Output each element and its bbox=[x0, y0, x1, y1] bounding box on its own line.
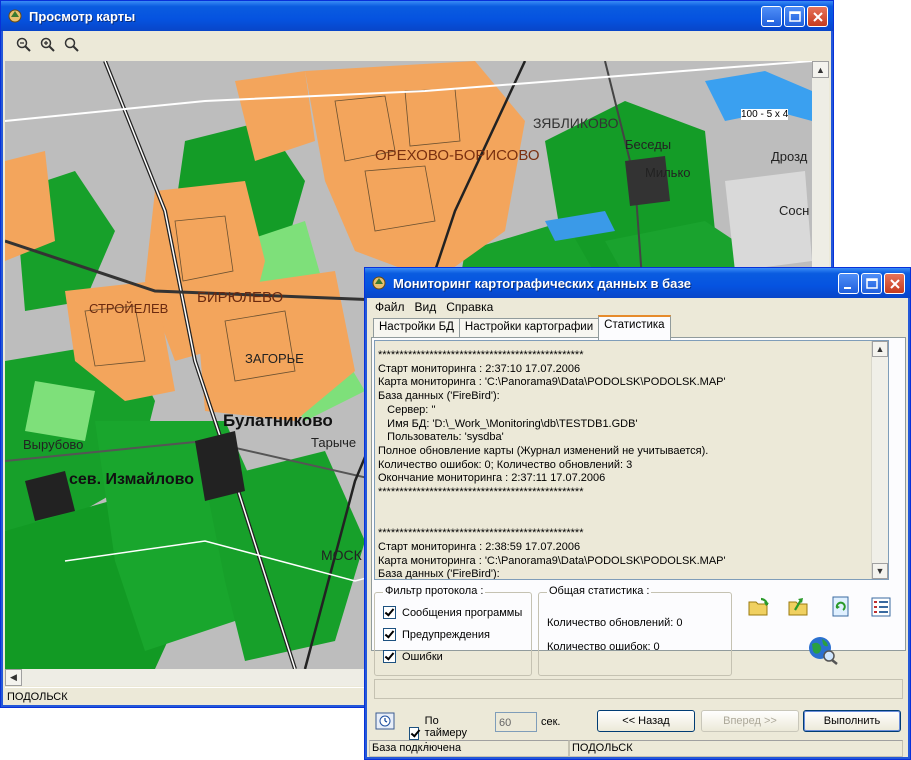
minimize-button[interactable] bbox=[761, 6, 782, 27]
filter-warnings-label: Предупреждения bbox=[402, 628, 490, 641]
close-button[interactable] bbox=[884, 273, 905, 294]
log-scroll-down-button[interactable]: ▼ bbox=[872, 563, 888, 579]
map-scale-label: 100 - 5 x 4 bbox=[741, 109, 789, 120]
map-label-izmaylovo: сев. Измайлово bbox=[69, 471, 195, 488]
log-text: ****************************************… bbox=[378, 349, 726, 580]
zoom-out-button[interactable] bbox=[14, 35, 34, 55]
app-icon bbox=[372, 276, 386, 290]
log-filter-legend: Фильтр протокола : bbox=[383, 585, 486, 597]
log-scrollbar[interactable]: ▲ ▼ bbox=[871, 341, 888, 579]
checkbox-checked-icon bbox=[409, 726, 419, 740]
tab-cartography-settings[interactable]: Настройки картографии bbox=[458, 318, 600, 339]
map-label-zagorye: ЗАГОРЬЕ bbox=[245, 351, 304, 366]
map-window-titlebar[interactable]: Просмотр карты bbox=[1, 1, 833, 31]
checkbox-checked-icon bbox=[383, 606, 396, 619]
maximize-button[interactable] bbox=[784, 6, 805, 27]
map-toolbar bbox=[4, 31, 830, 59]
list-view-button[interactable] bbox=[868, 594, 894, 620]
monitor-window-titlebar[interactable]: Мониторинг картографических данных в баз… bbox=[365, 268, 910, 298]
checkbox-checked-icon bbox=[383, 650, 396, 663]
refresh-document-icon bbox=[832, 596, 849, 617]
map-label-biryulevo: БИРЮЛЕВО bbox=[197, 289, 284, 306]
monitoring-window: Мониторинг картографических данных в баз… bbox=[364, 267, 911, 760]
filter-errors-label: Ошибки bbox=[402, 650, 443, 663]
log-textarea[interactable]: ****************************************… bbox=[374, 340, 889, 580]
timer-unit-label: сек. bbox=[541, 716, 561, 728]
close-button[interactable] bbox=[807, 6, 828, 27]
menu-view[interactable]: Вид bbox=[415, 300, 437, 314]
tab-statistics[interactable]: Статистика bbox=[598, 315, 671, 340]
general-stats-legend: Общая статистика : bbox=[547, 585, 652, 597]
app-icon bbox=[8, 9, 22, 23]
map-label-orekhovo: ОРЕХОВО-БОРИСОВО bbox=[375, 147, 540, 164]
statistics-panel: ****************************************… bbox=[371, 337, 906, 699]
refresh-button[interactable] bbox=[828, 594, 854, 620]
maximize-button[interactable] bbox=[861, 273, 882, 294]
general-stats-group: Общая статистика : Количество обновлений… bbox=[538, 585, 732, 676]
tab-strip: Настройки БД Настройки картографии Стати… bbox=[373, 315, 671, 340]
map-status: ПОДОЛЬСК bbox=[569, 740, 903, 757]
zoom-out-icon bbox=[16, 37, 31, 52]
filter-errors-checkbox[interactable]: Ошибки bbox=[383, 650, 443, 663]
zoom-reset-icon bbox=[64, 37, 79, 52]
open-folder-button[interactable] bbox=[746, 594, 772, 620]
zoom-in-button[interactable] bbox=[38, 35, 58, 55]
map-label-bulatnikovo: Булатниково bbox=[223, 411, 333, 430]
map-label-zyablikovo: ЗЯБЛИКОВО bbox=[533, 115, 619, 131]
back-button[interactable]: << Назад bbox=[597, 710, 695, 732]
filter-messages-label: Сообщения программы bbox=[402, 606, 523, 619]
save-folder-button[interactable] bbox=[786, 594, 812, 620]
map-label-sosny: Сосн bbox=[779, 203, 810, 218]
zoom-in-icon bbox=[40, 37, 55, 52]
menu-bar: Файл Вид Справка bbox=[369, 298, 906, 316]
log-scroll-up-button[interactable]: ▲ bbox=[872, 341, 888, 357]
monitor-window-title: Мониторинг картографических данных в баз… bbox=[393, 275, 692, 291]
globe-search-button[interactable] bbox=[806, 634, 840, 666]
timer-seconds-input[interactable]: 60 bbox=[495, 712, 537, 732]
map-status-text: ПОДОЛЬСК bbox=[7, 691, 68, 703]
open-folder-icon bbox=[748, 597, 769, 616]
log-filter-group: Фильтр протокола : Сообщения программы П… bbox=[374, 585, 532, 676]
folder-arrow-icon bbox=[788, 598, 808, 616]
filter-messages-checkbox[interactable]: Сообщения программы bbox=[383, 606, 522, 619]
map-label-tarychevo: Тарыче bbox=[311, 435, 357, 450]
checkbox-checked-icon bbox=[383, 628, 396, 641]
connection-status: База подключена bbox=[369, 740, 569, 757]
zoom-reset-button[interactable] bbox=[62, 35, 82, 55]
map-window-title: Просмотр карты bbox=[29, 8, 136, 24]
errors-count-text: Количество ошибок: 0 bbox=[547, 641, 660, 653]
map-label-strojelev: СТРОЙЕЛЕВ bbox=[89, 301, 169, 316]
globe-search-icon bbox=[809, 637, 838, 665]
map-label-mosk: МОСК bbox=[321, 547, 362, 563]
scroll-up-button[interactable]: ▲ bbox=[812, 61, 829, 78]
map-label-milkovo: Милько bbox=[645, 165, 691, 180]
minimize-button[interactable] bbox=[838, 273, 859, 294]
map-label-vyrubovo: Вырубово bbox=[23, 437, 84, 452]
monitor-status-bar: База подключена ПОДОЛЬСК bbox=[369, 740, 906, 757]
menu-file[interactable]: Файл bbox=[375, 300, 405, 314]
next-button[interactable]: Вперед >> bbox=[701, 710, 799, 732]
list-icon bbox=[871, 597, 891, 617]
map-label-drozd: Дрозд bbox=[771, 149, 808, 164]
filter-warnings-checkbox[interactable]: Предупреждения bbox=[383, 628, 490, 641]
scroll-left-button[interactable]: ◀ bbox=[5, 669, 22, 686]
menu-help[interactable]: Справка bbox=[446, 300, 493, 314]
updates-count-text: Количество обновлений: 0 bbox=[547, 617, 683, 629]
map-label-besedy: Беседы bbox=[625, 137, 672, 152]
progress-area bbox=[374, 679, 903, 699]
run-button[interactable]: Выполнить bbox=[803, 710, 901, 732]
clock-icon bbox=[375, 712, 395, 730]
tab-db-settings[interactable]: Настройки БД bbox=[373, 318, 460, 339]
